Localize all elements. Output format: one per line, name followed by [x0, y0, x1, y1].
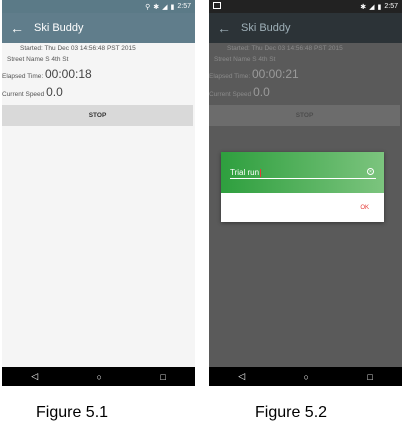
back-nav-icon[interactable]: ◁ [31, 371, 38, 382]
elapsed-time-label: Elapsed Time: [209, 73, 251, 80]
status-time: 2:57 [177, 3, 191, 10]
app-bar: ← Ski Buddy [2, 13, 195, 43]
signal-icon: ◢ [369, 3, 375, 11]
street-name-text: Street Name S 4th St [214, 56, 276, 63]
street-name-text: Street Name S 4th St [7, 56, 69, 63]
elapsed-time-value: 00:00:18 [45, 67, 92, 81]
elapsed-time-label: Elapsed Time: [2, 73, 44, 80]
current-speed-value: 0.0 [253, 85, 270, 99]
trip-name-input[interactable]: Trial run × [230, 167, 376, 179]
back-nav-icon[interactable]: ◁ [238, 371, 245, 382]
elapsed-time: Elapsed Time: 00:00:18 [2, 67, 92, 81]
trip-name-value: Trial run [230, 168, 260, 177]
phone-screen-1: ⚲ ✱ ◢ ▮ 2:57 ← Ski Buddy Started: Thu De… [2, 0, 195, 386]
app-title: Ski Buddy [34, 22, 84, 34]
back-arrow-icon[interactable]: ← [217, 21, 231, 35]
signal-icon: ◢ [162, 3, 168, 11]
figure-caption-2: Figure 5.2 [255, 404, 328, 421]
current-speed: Current Speed 0.0 [209, 85, 270, 99]
location-icon: ⚲ [145, 3, 151, 11]
bluetooth-icon: ✱ [360, 3, 367, 11]
nav-bar: ◁ ○ □ [209, 367, 402, 386]
home-nav-icon[interactable]: ○ [304, 372, 309, 382]
bluetooth-icon: ✱ [153, 3, 160, 11]
status-icons: ⚲ ✱ ◢ ▮ 2:57 [145, 3, 191, 11]
figure-caption-1: Figure 5.1 [36, 404, 109, 421]
status-bar: ⚲ ✱ ◢ ▮ 2:57 [2, 0, 195, 13]
stop-button[interactable]: STOP [209, 105, 400, 126]
current-speed-label: Current Speed [209, 91, 252, 98]
started-text: Started: Thu Dec 03 14:56:48 PST 2015 [227, 45, 343, 52]
back-arrow-icon[interactable]: ← [10, 21, 24, 35]
clear-icon[interactable]: × [367, 168, 374, 175]
ok-button[interactable]: OK [360, 205, 369, 211]
battery-icon: ▮ [170, 3, 175, 11]
nav-bar: ◁ ○ □ [2, 367, 195, 386]
current-speed-label: Current Speed [2, 91, 45, 98]
status-icons: ✱ ◢ ▮ 2:57 [360, 3, 398, 11]
main-content: Started: Thu Dec 03 14:56:48 PST 2015 St… [2, 43, 195, 367]
app-bar: ← Ski Buddy [209, 13, 402, 43]
app-title: Ski Buddy [241, 22, 291, 34]
elapsed-time: Elapsed Time: 00:00:21 [209, 67, 299, 81]
notification-icon [213, 2, 221, 9]
battery-icon: ▮ [377, 3, 382, 11]
trip-name-dialog: Trial run × OK [221, 152, 384, 222]
recents-nav-icon[interactable]: □ [367, 372, 372, 382]
recents-nav-icon[interactable]: □ [160, 372, 165, 382]
elapsed-time-value: 00:00:21 [252, 67, 299, 81]
dialog-header: Trial run × [221, 152, 384, 193]
stop-button[interactable]: STOP [2, 105, 193, 126]
status-time: 2:57 [384, 3, 398, 10]
current-speed-value: 0.0 [46, 85, 63, 99]
status-bar: ✱ ◢ ▮ 2:57 [209, 0, 402, 13]
started-text: Started: Thu Dec 03 14:56:48 PST 2015 [20, 45, 136, 52]
home-nav-icon[interactable]: ○ [97, 372, 102, 382]
current-speed: Current Speed 0.0 [2, 85, 63, 99]
phone-screen-2: ✱ ◢ ▮ 2:57 ← Ski Buddy Started: Thu Dec … [209, 0, 402, 386]
text-cursor [260, 168, 262, 177]
